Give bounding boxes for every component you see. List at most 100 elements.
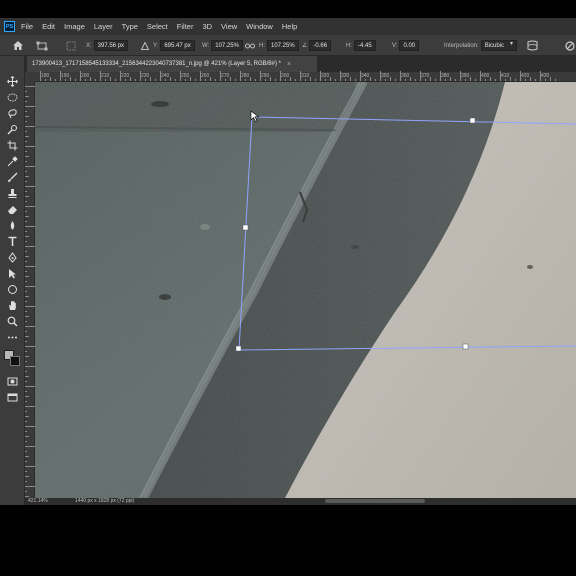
document-tab[interactable]: 173900413_1717158545133334_2156344223040… <box>27 56 317 72</box>
menu-view[interactable]: View <box>221 22 237 31</box>
crop-tool-icon[interactable] <box>5 138 20 152</box>
ruler-tick <box>25 126 35 127</box>
ruler-origin[interactable] <box>25 72 35 82</box>
vertical-ruler[interactable] <box>25 82 35 498</box>
relative-position-icon[interactable] <box>141 35 149 56</box>
horizontal-ruler[interactable]: 180 190 200 210 220 230 240 250 260 270 280 290 300 3… <box>35 71 576 82</box>
move-tool-icon[interactable] <box>5 74 20 88</box>
close-tab-icon[interactable]: × <box>287 61 291 68</box>
ruler-tick <box>25 351 27 352</box>
ruler-tick <box>555 79 556 81</box>
menu-help[interactable]: Help <box>282 22 297 31</box>
home-icon[interactable] <box>12 35 24 56</box>
cancel-transform-icon[interactable] <box>565 35 575 56</box>
ruler-tick <box>245 79 246 81</box>
ruler-tick <box>25 431 27 432</box>
ruler-tick <box>310 77 311 81</box>
screen-mode-icon[interactable] <box>5 390 20 404</box>
link-icon[interactable] <box>245 35 255 56</box>
ruler-tick <box>160 71 161 81</box>
ruler-tick <box>50 77 51 81</box>
path-select-tool-icon[interactable] <box>5 266 20 280</box>
warp-icon[interactable] <box>527 35 538 56</box>
ruler-tick <box>25 91 27 92</box>
interpolation-label: Interpolation: <box>444 42 479 49</box>
vskew-field[interactable]: 0.00 <box>399 40 420 51</box>
ruler-tick <box>25 441 27 442</box>
ruler-tick <box>535 79 536 81</box>
ruler-tick <box>25 481 27 482</box>
menu-type[interactable]: Type <box>122 22 138 31</box>
brush-tool-icon[interactable] <box>5 170 20 184</box>
menu-filter[interactable]: Filter <box>177 22 194 31</box>
ruler-tick <box>25 476 29 477</box>
zoom-tool-icon[interactable] <box>5 314 20 328</box>
interpolation-select[interactable]: Bicubic <box>480 40 518 51</box>
ruler-tick <box>265 79 266 81</box>
menu-3d[interactable]: 3D <box>202 22 212 31</box>
document-info: 1440 px x 1828 px (72 ppi) <box>75 498 135 504</box>
menu-image[interactable]: Image <box>64 22 85 31</box>
menu-file[interactable]: File <box>21 22 33 31</box>
menu-edit[interactable]: Edit <box>42 22 55 31</box>
angle-field[interactable]: -0.66 <box>309 40 332 51</box>
width-field[interactable]: 107.25% <box>211 40 243 51</box>
quick-select-tool-icon[interactable] <box>5 122 20 136</box>
hskew-field[interactable]: -4.45 <box>354 40 376 51</box>
ruler-tick <box>70 77 71 81</box>
menu-window[interactable]: Window <box>246 22 273 31</box>
ruler-tick <box>25 411 27 412</box>
ruler-tick <box>25 386 35 387</box>
ruler-tick <box>25 101 27 102</box>
ruler-tick <box>25 356 29 357</box>
ruler-tick <box>270 77 271 81</box>
ruler-tick <box>235 79 236 81</box>
eyedropper-tool-icon[interactable] <box>5 154 20 168</box>
height-field[interactable]: 107.25% <box>267 40 299 51</box>
document-canvas[interactable] <box>35 82 576 498</box>
blur-tool-icon[interactable] <box>5 218 20 232</box>
type-tool-icon[interactable] <box>5 234 20 248</box>
ruler-tick <box>460 71 461 81</box>
menu-select[interactable]: Select <box>147 22 168 31</box>
ruler-tick <box>25 156 29 157</box>
ruler-tick <box>545 79 546 81</box>
ruler-tick <box>25 306 35 307</box>
ruler-tick <box>480 71 481 81</box>
ruler-tick <box>190 77 191 81</box>
background-color-swatch[interactable] <box>10 356 20 366</box>
ruler-tick <box>25 271 27 272</box>
ruler-tick <box>25 186 35 187</box>
ruler-tick <box>25 151 27 152</box>
ruler-tick <box>75 79 76 81</box>
pen-tool-icon[interactable] <box>5 250 20 264</box>
ruler-tick <box>100 71 101 81</box>
ruler-tick <box>25 336 29 337</box>
eraser-tool-icon[interactable] <box>5 202 20 216</box>
shape-tool-icon[interactable] <box>5 282 20 296</box>
menu-layer[interactable]: Layer <box>94 22 113 31</box>
quick-mask-icon[interactable] <box>5 374 20 388</box>
ruler-tick <box>25 131 27 132</box>
hand-tool-icon[interactable] <box>5 298 20 312</box>
ruler-tick <box>155 79 156 81</box>
ruler-tick <box>85 79 86 81</box>
marquee-tool-icon[interactable] <box>5 90 20 104</box>
y-field[interactable]: 695.47 px <box>160 40 195 51</box>
reference-point-icon[interactable] <box>66 35 76 56</box>
zoom-level[interactable]: 421.14% <box>28 498 48 504</box>
document-tab-title: 173900413_1717158545133334_2156344223040… <box>32 61 281 67</box>
ruler-tick <box>360 71 361 81</box>
more-tools-icon[interactable] <box>5 330 20 344</box>
horizontal-scrollbar[interactable] <box>325 499 425 503</box>
ruler-tick <box>525 79 526 81</box>
ruler-tick <box>25 421 27 422</box>
ruler-tick <box>25 266 35 267</box>
stamp-tool-icon[interactable] <box>5 186 20 200</box>
ruler-tick <box>415 79 416 81</box>
lasso-tool-icon[interactable] <box>5 106 20 120</box>
photoshop-window: PS File Edit Image Layer Type Select Fil… <box>0 18 576 505</box>
ruler-tick <box>25 461 27 462</box>
x-field[interactable]: 397.56 px <box>93 40 129 51</box>
options-bar: X: 397.56 px Y: 695.47 px W: 107.25% H: … <box>0 35 576 56</box>
